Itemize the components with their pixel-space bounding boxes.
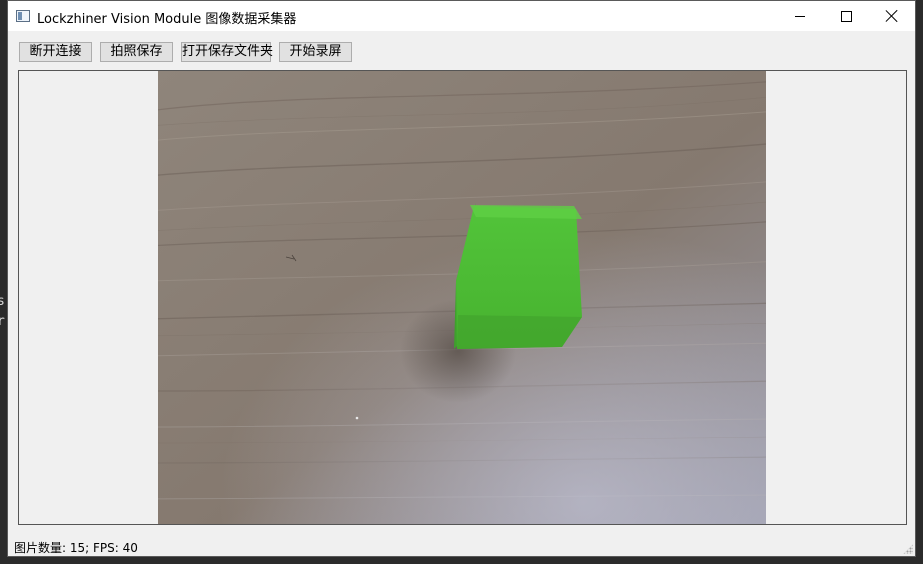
minimize-button[interactable] [777, 1, 823, 31]
status-bar-text: 图片数量: 15; FPS: 40 [14, 541, 138, 555]
window-title: Lockzhiner Vision Module 图像数据采集器 [37, 12, 297, 27]
title-bar[interactable]: Lockzhiner Vision Module 图像数据采集器 [8, 1, 915, 31]
background-text: s [0, 294, 5, 309]
maximize-icon [840, 10, 852, 22]
close-icon [886, 10, 898, 22]
background-text: r [0, 314, 5, 329]
maximize-button[interactable] [823, 1, 869, 31]
app-window: Lockzhiner Vision Module 图像数据采集器 断开连接 拍照… [7, 0, 916, 557]
disconnect-button[interactable]: 断开连接 [19, 42, 92, 62]
minimize-icon [795, 15, 805, 17]
open-save-folder-button[interactable]: 打开保存文件夹 [181, 42, 273, 62]
close-button[interactable] [869, 1, 915, 31]
capture-save-button[interactable]: 拍照保存 [100, 42, 173, 62]
camera-image [158, 71, 766, 524]
camera-preview [18, 70, 907, 525]
start-recording-button[interactable]: 开始录屏 [279, 42, 352, 62]
resize-grip-icon[interactable] [903, 544, 913, 554]
app-icon [16, 10, 30, 22]
